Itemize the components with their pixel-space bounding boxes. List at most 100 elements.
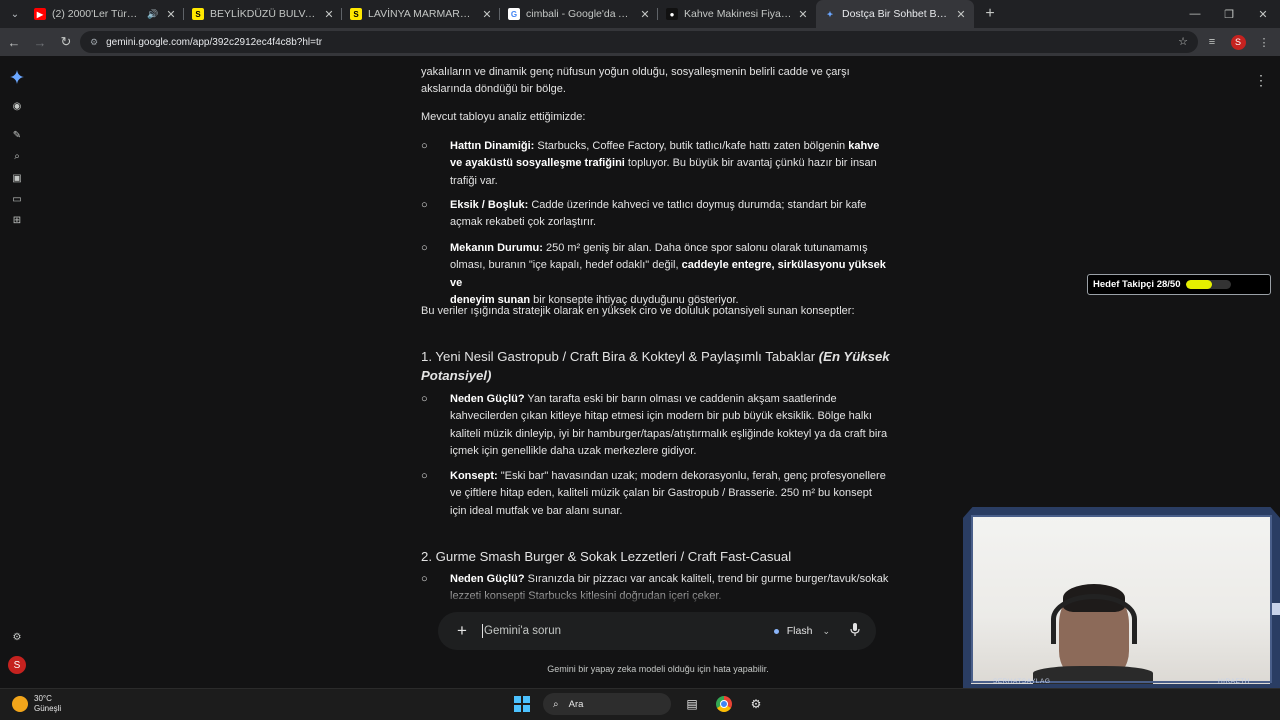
tracker-progress-bar [1186, 280, 1232, 289]
microphone-icon[interactable] [848, 623, 862, 639]
library-icon[interactable]: ▭ [9, 191, 25, 207]
taskbar-search-label: Ara [568, 698, 584, 710]
more-options-icon[interactable]: ⋮ [1254, 72, 1268, 89]
add-attachment-icon[interactable]: + [452, 621, 472, 641]
close-window-icon[interactable]: ✕ [1246, 0, 1280, 28]
webcam-handle-left: SERHATSAYLAG [993, 677, 1051, 685]
gemini-logo-icon[interactable] [9, 69, 25, 85]
model-label: Flash [786, 625, 813, 637]
sun-icon [12, 696, 28, 712]
new-tab-button[interactable]: + [978, 5, 1002, 23]
text-segment: kaliteli müzik dinleyip, iyi bir hamburg… [450, 427, 888, 440]
prompt-input[interactable]: Gemini'a sorun [482, 624, 774, 638]
bullet-line: kaliteli müzik dinleyip, iyi bir hamburg… [450, 426, 896, 443]
tab-title: (2) 2000'Ler Türkçe Slow - Y [52, 8, 142, 20]
app-taskbar-icon[interactable]: ⚙ [745, 693, 767, 715]
text-segment: Yan tarafta eski bir barın olması ve cad… [524, 393, 837, 405]
bold-segment: kahve [848, 140, 880, 152]
disclaimer-text: Gemini bir yapay zeka modeli olduğu için… [547, 664, 769, 674]
prompt-input-bar[interactable]: + Gemini'a sorun Flash ⌄ [438, 612, 876, 650]
tracker-progress-fill [1186, 280, 1212, 289]
bookmark-star-icon[interactable]: ☆ [1178, 35, 1188, 48]
account-avatar[interactable]: S [8, 656, 26, 674]
tab-search-chevron-icon[interactable]: ⌄ [4, 4, 26, 24]
sahibinden-icon: S [192, 8, 204, 20]
concept-2-title: 2. Gurme Smash Burger & Sokak Lezzetleri… [421, 549, 792, 564]
text-segment: Starbucks, Coffee Factory, butik tatlıcı… [534, 140, 849, 152]
bold-segment: Mekanın Durumu: [450, 242, 543, 254]
model-dot-icon [773, 628, 779, 634]
chrome-taskbar-icon[interactable] [713, 693, 735, 715]
text-segment: 250 m² geniş bir alan. Daha önce spor sa… [542, 242, 868, 254]
tab-close-icon[interactable]: ✕ [164, 8, 178, 21]
bullet-circle-icon: ○ [421, 242, 428, 254]
tab-close-icon[interactable]: ✕ [796, 8, 810, 21]
weather-widget[interactable]: 30°C Güneşli [12, 694, 61, 714]
text-segment: olması, buranın "içe kapalı, hedef odakl… [450, 259, 682, 272]
start-button[interactable] [511, 693, 533, 715]
reload-icon[interactable]: ↻ [54, 30, 78, 54]
weather-condition: Güneşli [34, 704, 62, 713]
settings-gear-icon[interactable]: ⚙ [9, 629, 25, 645]
task-view-icon[interactable]: ▤ [681, 693, 703, 715]
browser-menu-icon[interactable]: ⋮ [1254, 30, 1274, 54]
address-bar[interactable]: ⚙ gemini.google.com/app/392c2912ec4f4c8b… [80, 31, 1198, 53]
browser-tab[interactable]: Gcimbali - Google'da Ara ✕ [500, 0, 658, 28]
browser-tab[interactable]: ▶ (2) 2000'Ler Türkçe Slow - Y 🔊 ✕ [26, 0, 184, 28]
bold-segment: Neden Güçlü? [450, 393, 525, 405]
bold-segment: Neden Güçlü? [450, 573, 525, 585]
back-icon[interactable]: ← [2, 30, 26, 54]
webcam-frame [971, 515, 1272, 683]
tab-audio-icon[interactable]: 🔊 [146, 9, 160, 20]
text-segment: açmak rekabeti çok zorlaştırır. [450, 216, 597, 229]
site-info-icon[interactable]: ⚙ [90, 37, 98, 48]
tab-close-icon[interactable]: ✕ [480, 8, 494, 21]
frame-tab [1272, 603, 1280, 615]
tab-close-icon[interactable]: ✕ [322, 8, 336, 21]
intro-line-2: akslarında döndüğü bir bölge. [421, 83, 566, 95]
media-controls-icon[interactable]: ≡ [1202, 30, 1222, 54]
search-icon[interactable]: ⌕ [9, 148, 25, 164]
menu-toggle-icon[interactable]: ◉ [9, 98, 25, 114]
profile-avatar[interactable]: S [1228, 30, 1248, 54]
taskbar-search[interactable]: ⌕ Ara [543, 693, 671, 715]
browser-tab[interactable]: S LAVİNYA MARMARADA KURUM ✕ [342, 0, 500, 28]
bold-segment: Eksik / Boşluk: [450, 199, 529, 211]
bullet-circle-icon: ○ [421, 199, 428, 211]
windows-taskbar: 30°C Güneşli ⌕ Ara ▤ ⚙ [0, 688, 1280, 720]
bullet-line: Hattın Dinamiği: Starbucks, Coffee Facto… [450, 138, 896, 155]
bullet-line: için ideal mutfak ve bar alanı sunar. [450, 503, 896, 520]
tracker-label: Hedef Takipçi 28/50 [1093, 279, 1181, 290]
gems-icon[interactable]: ▣ [9, 170, 25, 186]
tab-strip: ⌄ ▶ (2) 2000'Ler Türkçe Slow - Y 🔊 ✕ S BEYLİK… [0, 0, 1280, 28]
gemini-icon: ✦ [826, 9, 834, 19]
tab-close-icon[interactable]: ✕ [638, 8, 652, 21]
apps-icon[interactable]: ⊞ [9, 212, 25, 228]
intro-line-1: yakalıların ve dinamik genç nüfusun yoğu… [421, 66, 850, 78]
bullet-text: Eksik / Boşluk: Cadde üzerinde kahveci v… [450, 197, 896, 232]
text-caret [482, 624, 483, 638]
browser-tab[interactable]: ✦ Dostça Bir Sohbet Başlangıcı - G ✕ [816, 0, 974, 28]
bullet-line: içmek için genellikle daha uzak merkezle… [450, 443, 896, 460]
tab-close-icon[interactable]: ✕ [954, 8, 968, 21]
forward-icon[interactable]: → [28, 30, 52, 54]
minimize-icon[interactable]: — [1178, 0, 1212, 28]
text-segment: Cadde üzerinde kahveci ve tatlıcı doymuş… [528, 199, 867, 211]
address-url: gemini.google.com/app/392c2912ec4f4c8b?h… [106, 36, 323, 48]
tab-title: LAVİNYA MARMARADA KURUM [368, 8, 476, 20]
model-selector[interactable]: Flash ⌄ [773, 625, 830, 637]
text-segment: kahvecilerden çıkan kitleye hitap etmesi… [450, 410, 872, 423]
bullet-line: ve ayaküstü sosyalleşme trafiğini topluy… [450, 155, 896, 172]
tab-title: BEYLİKDÜZÜ BULVAR KİRALIK 2 [210, 8, 318, 20]
bullet-line: kahvecilerden çıkan kitleye hitap etmesi… [450, 408, 896, 425]
new-chat-icon[interactable]: ✎ [9, 127, 25, 143]
restore-icon[interactable]: ❐ [1212, 0, 1246, 28]
bullet-text: Neden Güçlü? Yan tarafta eski bir barın … [450, 391, 896, 461]
concept-1-title: 1. Yeni Nesil Gastropub / Craft Bira & K… [421, 349, 890, 383]
tab-title: Dostça Bir Sohbet Başlangıcı - G [842, 8, 950, 20]
analysis-lead: Mevcut tabloyu analiz ettiğimizde: [421, 111, 586, 123]
bullet-text: Konsept: "Eski bar" havasından uzak; mod… [450, 468, 896, 520]
browser-tab[interactable]: ● Kahve Makinesi Fiyatları ve En ✕ [658, 0, 816, 28]
browser-tab[interactable]: S BEYLİKDÜZÜ BULVAR KİRALIK 2 ✕ [184, 0, 342, 28]
bold-segment: Konsept: [450, 470, 498, 482]
